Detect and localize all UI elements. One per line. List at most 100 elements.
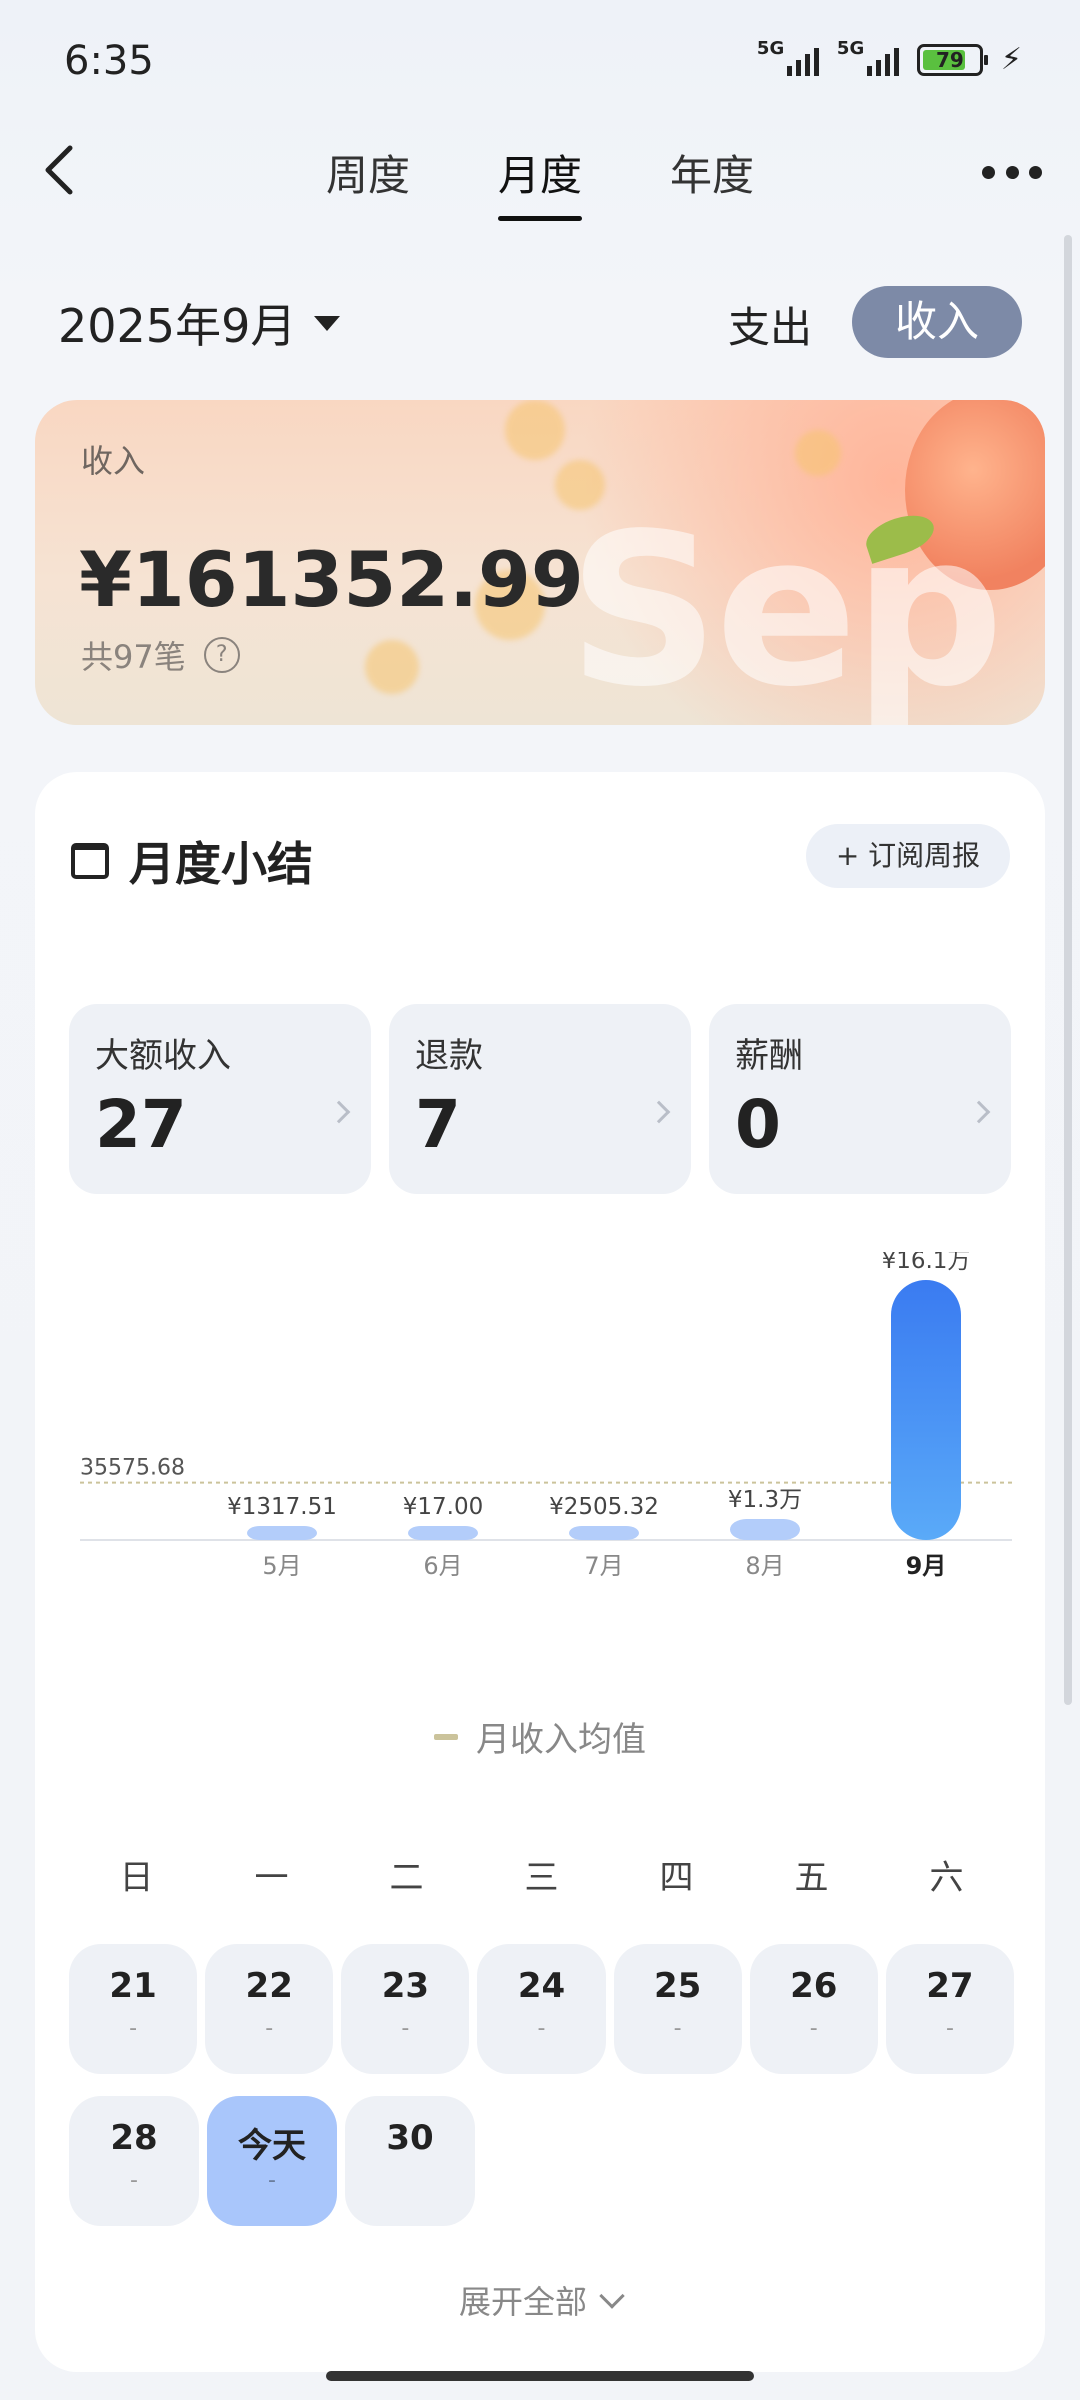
chart-bar — [247, 1526, 317, 1540]
signal-icon: 5G — [837, 38, 899, 76]
day-amount: - — [129, 2016, 138, 2041]
more-dot-icon — [982, 165, 995, 179]
chevron-right-icon — [327, 1100, 351, 1124]
hero-label: 收入 — [81, 442, 146, 480]
day-amount: - — [265, 2016, 274, 2041]
day-amount: - — [809, 2016, 818, 2041]
month-watermark: Sep — [568, 488, 1004, 725]
network-type: 5G — [836, 37, 865, 59]
category-label: 5月 — [262, 1552, 301, 1580]
transaction-count: 共97笔 ? — [81, 632, 240, 678]
legend-swatch — [434, 1733, 458, 1740]
weekday-label: 六 — [929, 1858, 964, 1898]
calendar-week: 28 - 今天 - 30 — [69, 2096, 1014, 2226]
top-nav: 周度 月度 年度 — [0, 130, 1080, 210]
chart-bar — [408, 1526, 478, 1540]
category-label: 6月 — [423, 1552, 462, 1580]
tab-yearly[interactable]: 年度 — [626, 142, 798, 213]
month-label: 2025年9月 — [58, 299, 297, 353]
weekday-label: 三 — [524, 1858, 559, 1898]
stat-value: 7 — [415, 1086, 461, 1163]
day-amount: - — [401, 2016, 410, 2041]
charging-icon: ⚡ — [1000, 42, 1022, 77]
summary-header: 月度小结 — [71, 828, 313, 894]
stat-value: 0 — [735, 1086, 781, 1163]
calendar-day[interactable]: 23 - — [341, 1944, 470, 2074]
calendar-day[interactable]: 30 — [345, 2096, 475, 2226]
period-tabs: 周度 月度 年度 — [0, 142, 1080, 213]
stat-card-salary[interactable]: 薪酬 0 — [709, 1004, 1011, 1194]
battery-level: 79 — [936, 47, 964, 72]
calendar-day[interactable]: 26 - — [749, 1944, 878, 2074]
weekday-label: 五 — [794, 1858, 829, 1898]
income-toggle[interactable]: 收入 — [852, 286, 1022, 358]
day-number: 28 — [110, 2118, 158, 2158]
calendar-grid: 21 - 22 - 23 - 24 - 25 - 26 - 27 - 28 - 今天 - 30 — [69, 1944, 1014, 2248]
day-number: 26 — [790, 1966, 838, 2006]
status-time: 6:35 — [64, 38, 154, 84]
monthly-income-chart: 35575.68 ¥1317.51 5月 ¥17.00 6月 ¥2505.32 7月 ¥1.3… — [80, 1252, 1012, 1580]
help-icon[interactable]: ? — [203, 637, 240, 673]
day-number: 27 — [926, 1966, 974, 2006]
tab-weekly[interactable]: 周度 — [282, 142, 454, 213]
calendar-day[interactable]: 27 - — [885, 1944, 1014, 2074]
day-number: 今天 — [238, 2126, 306, 2166]
dropdown-caret-icon — [314, 315, 341, 331]
calendar-day[interactable]: 25 - — [613, 1944, 742, 2074]
bar-value-label: ¥2505.32 — [549, 1494, 659, 1520]
day-number: 22 — [245, 1966, 293, 2006]
calendar-day[interactable]: 28 - — [69, 2096, 199, 2226]
weekday-label: 四 — [659, 1858, 694, 1898]
average-label: 35575.68 — [80, 1456, 185, 1481]
expand-label: 展开全部 — [458, 2283, 587, 2321]
legend-label: 月收入均值 — [476, 1720, 646, 1760]
weekday-label: 一 — [254, 1858, 289, 1898]
weekday-label: 日 — [119, 1858, 154, 1898]
chevron-down-icon — [599, 2283, 625, 2309]
calendar-day[interactable]: 21 - — [69, 1944, 198, 2074]
network-type: 5G — [756, 37, 785, 59]
income-hero-card: Sep 收入 ¥161352.99 共97笔 ? — [35, 400, 1045, 725]
stat-card-refund[interactable]: 退款 7 — [389, 1004, 691, 1194]
status-bar: 6:35 5G 5G 79 ⚡ — [0, 0, 1080, 120]
more-dot-icon — [1029, 165, 1042, 179]
stat-card-large-income[interactable]: 大额收入 27 — [69, 1004, 371, 1194]
bar-value-label: ¥17.00 — [403, 1494, 483, 1520]
day-number: 30 — [386, 2118, 434, 2158]
bar-value-label: ¥16.1万 — [882, 1252, 971, 1274]
expense-toggle[interactable]: 支出 — [728, 294, 812, 355]
day-number: 25 — [653, 1966, 702, 2006]
chart-legend: 月收入均值 — [35, 1712, 1045, 1761]
day-amount: - — [673, 2016, 682, 2041]
day-amount: - — [130, 2168, 138, 2193]
calendar-week: 21 - 22 - 23 - 24 - 25 - 26 - 27 - — [69, 1944, 1014, 2074]
weekday-label: 二 — [389, 1858, 424, 1898]
subscribe-weekly-button[interactable]: + 订阅周报 — [806, 824, 1010, 888]
day-number: 23 — [381, 1966, 430, 2006]
chevron-right-icon — [647, 1100, 671, 1124]
month-picker[interactable]: 2025年9月 — [58, 290, 341, 356]
day-number: 21 — [109, 1966, 157, 2006]
more-dot-icon — [1005, 165, 1019, 179]
calendar-day[interactable]: 24 - — [477, 1944, 606, 2074]
more-options-button[interactable] — [982, 152, 1042, 192]
expand-all-button[interactable]: 展开全部 — [35, 2277, 1045, 2323]
tab-monthly[interactable]: 月度 — [454, 142, 626, 213]
calendar-icon — [71, 843, 109, 879]
stat-label: 大额收入 — [95, 1036, 231, 1076]
calendar-day-today[interactable]: 今天 - — [207, 2096, 337, 2226]
status-icons: 5G 5G 79 ⚡ — [757, 38, 1022, 78]
chart-bar — [730, 1519, 800, 1540]
chart-bar — [569, 1526, 639, 1540]
bar-value-label: ¥1.3万 — [728, 1487, 802, 1513]
calendar-day[interactable]: 22 - — [205, 1944, 334, 2074]
income-total: ¥161352.99 — [79, 535, 584, 624]
weekday-header: 日 一 二 三 四 五 六 — [69, 1850, 1014, 1899]
chevron-right-icon — [967, 1100, 991, 1124]
day-number: 24 — [517, 1966, 566, 2006]
stat-label: 薪酬 — [735, 1036, 803, 1076]
home-indicator[interactable] — [326, 2371, 754, 2381]
day-amount: - — [537, 2016, 546, 2041]
day-amount: - — [945, 2016, 954, 2041]
scrollbar[interactable] — [1064, 235, 1072, 1705]
